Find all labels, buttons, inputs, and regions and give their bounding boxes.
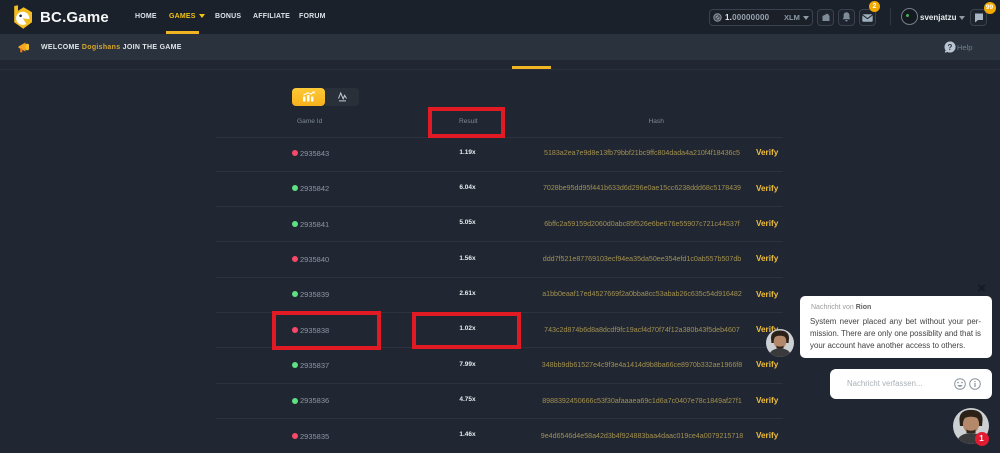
svg-text:?: ? — [948, 43, 953, 52]
